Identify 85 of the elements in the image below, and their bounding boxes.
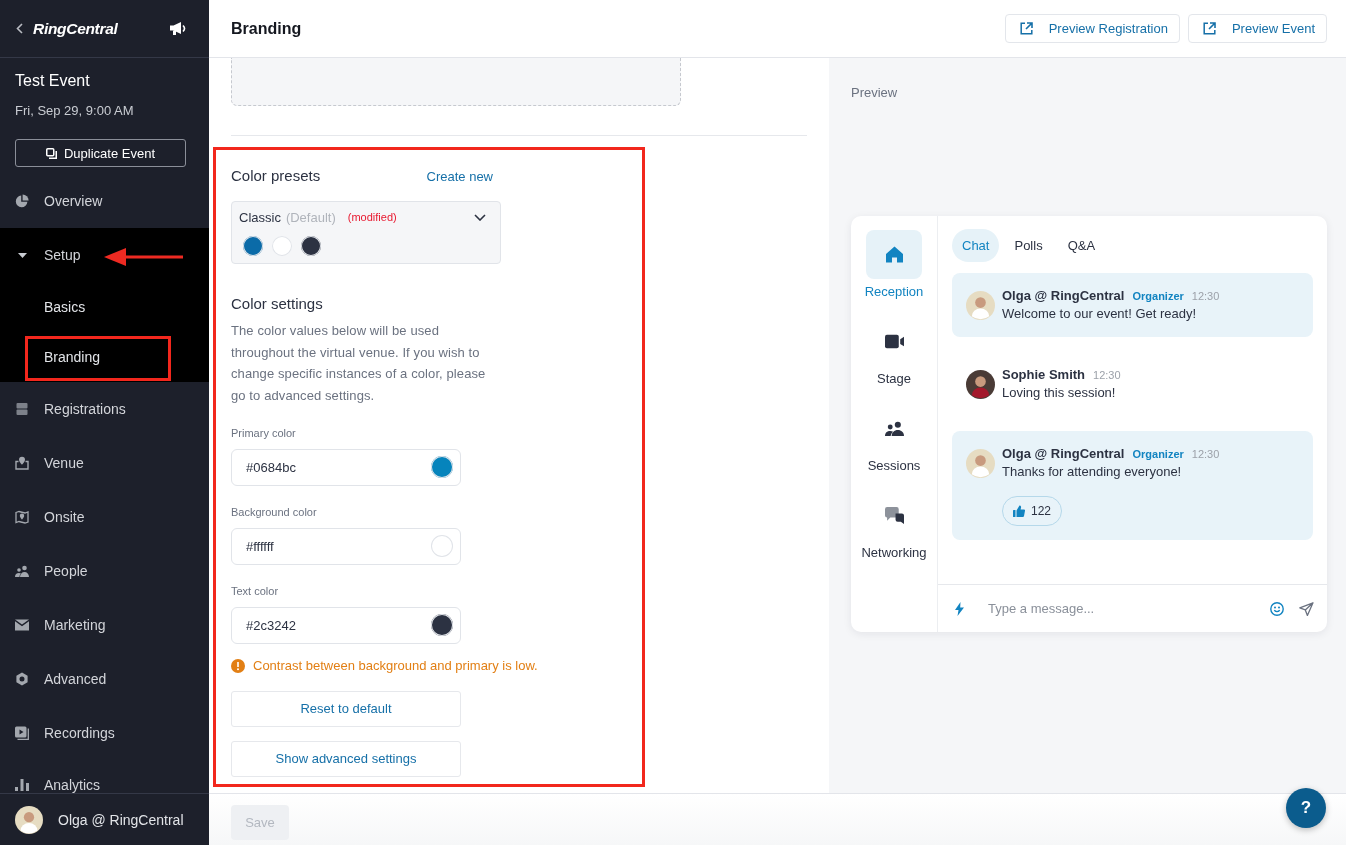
logo: RingCentral [33, 19, 118, 38]
nav-item[interactable]: Recordings [0, 706, 209, 760]
color-input[interactable]: #0684bc [231, 448, 461, 486]
people-icon [15, 564, 29, 578]
field-label: Text color [231, 583, 280, 598]
preview-label: Preview [851, 85, 899, 101]
field-label: Background color [231, 504, 318, 519]
nav-item[interactable]: Branding [0, 332, 209, 382]
role-tag: Organizer [1132, 288, 1184, 304]
author-name: Sophie Smith [1002, 367, 1086, 383]
nav-item[interactable]: People [0, 544, 209, 598]
nav-item[interactable]: Analytics [0, 760, 209, 793]
page-title: Branding [231, 19, 302, 38]
video-camera-icon [884, 333, 904, 350]
play-icon [15, 726, 29, 740]
chat-tab[interactable]: Chat [952, 229, 1000, 262]
people-icon [884, 420, 904, 437]
home-icon [884, 246, 904, 263]
role-tag: Organizer [1132, 446, 1184, 462]
nav-item[interactable]: Overview [0, 174, 209, 228]
hexagon-icon [15, 672, 29, 686]
warning-icon [231, 658, 245, 673]
user-name[interactable]: Olga @ RingCentral [58, 811, 184, 828]
reset-button[interactable]: Reset to default [231, 690, 461, 727]
nav-item[interactable]: Venue [0, 436, 209, 490]
lightning-icon[interactable] [955, 601, 964, 616]
description-text: The color values below will be used throughout the virtual venue. If you wish to change specific instances of a color, please go to advanced settings. [231, 322, 487, 406]
message-input[interactable]: Type a message... [988, 598, 1270, 619]
copy-icon [45, 147, 57, 159]
nav-item[interactable]: Setup [0, 228, 209, 282]
message-text: Loving this session! [1002, 384, 1116, 402]
chat-bubbles-icon [884, 507, 904, 524]
message-text: Thanks for attending everyone! [1002, 463, 1182, 481]
section-title: Color presets [231, 166, 321, 186]
preset-name: Classic [239, 209, 281, 225]
message-time: 12:30 [1191, 447, 1220, 462]
chat-tab[interactable]: Polls [1004, 229, 1053, 262]
color-input[interactable]: #ffffff [231, 527, 461, 565]
chevron-left-icon[interactable] [16, 23, 23, 34]
default-tag: (Default) [285, 209, 336, 225]
section-title: Color settings [231, 294, 324, 314]
author-name: Olga @ RingCentral [1002, 288, 1125, 304]
modified-tag: (modified) [347, 211, 397, 223]
warning-text: Contrast between background and primary is low. [253, 657, 538, 674]
external-link-icon [1019, 22, 1033, 35]
bar-chart-icon [15, 778, 29, 792]
create-new-link[interactable]: Create new [426, 168, 493, 184]
nav-item[interactable]: Marketing [0, 598, 209, 652]
avatar [966, 449, 995, 478]
stack-icon [15, 402, 29, 416]
nav-item[interactable]: Onsite [0, 490, 209, 544]
envelope-icon [15, 618, 29, 632]
megaphone-icon[interactable] [169, 21, 187, 36]
author-name: Olga @ RingCentral [1002, 446, 1125, 462]
chat-tab[interactable]: Q&A [1057, 229, 1106, 262]
map-pin-icon [15, 456, 29, 470]
room-tab[interactable]: Sessions [854, 404, 934, 474]
nav-item[interactable]: Advanced [0, 652, 209, 706]
preview-button[interactable]: Preview Event [1187, 14, 1327, 43]
room-tab[interactable]: Reception [854, 230, 934, 300]
advanced-settings-button[interactable]: Show advanced settings [231, 740, 461, 777]
nav-item[interactable]: Basics [0, 282, 209, 332]
message-time: 12:30 [1093, 368, 1121, 383]
event-date: Fri, Sep 29, 9:00 AM [15, 102, 135, 120]
room-tab[interactable]: Stage [854, 317, 934, 387]
field-label: Primary color [231, 425, 297, 440]
emoji-icon[interactable] [1270, 601, 1284, 616]
avatar [966, 291, 995, 320]
message-time: 12:30 [1191, 289, 1220, 304]
pie-chart-icon [15, 194, 29, 208]
color-input[interactable]: #2c3242 [231, 606, 461, 644]
event-title: Test Event [15, 71, 91, 91]
send-icon[interactable] [1299, 601, 1314, 616]
avatar [15, 805, 43, 834]
map-icon [15, 510, 29, 524]
thumbs-up-icon [1013, 505, 1025, 517]
external-link-icon [1202, 22, 1216, 35]
nav-item[interactable]: Registrations [0, 382, 209, 436]
avatar [966, 370, 995, 399]
chevron-down-icon [474, 213, 486, 221]
preview-button[interactable]: Preview Registration [1004, 14, 1180, 43]
message-text: Welcome to our event! Get ready! [1002, 305, 1197, 323]
duplicate-event-button[interactable]: Duplicate Event [15, 139, 186, 167]
preset-dropdown[interactable]: Classic (Default) (modified) [231, 201, 501, 264]
room-tab[interactable]: Networking [854, 491, 934, 561]
